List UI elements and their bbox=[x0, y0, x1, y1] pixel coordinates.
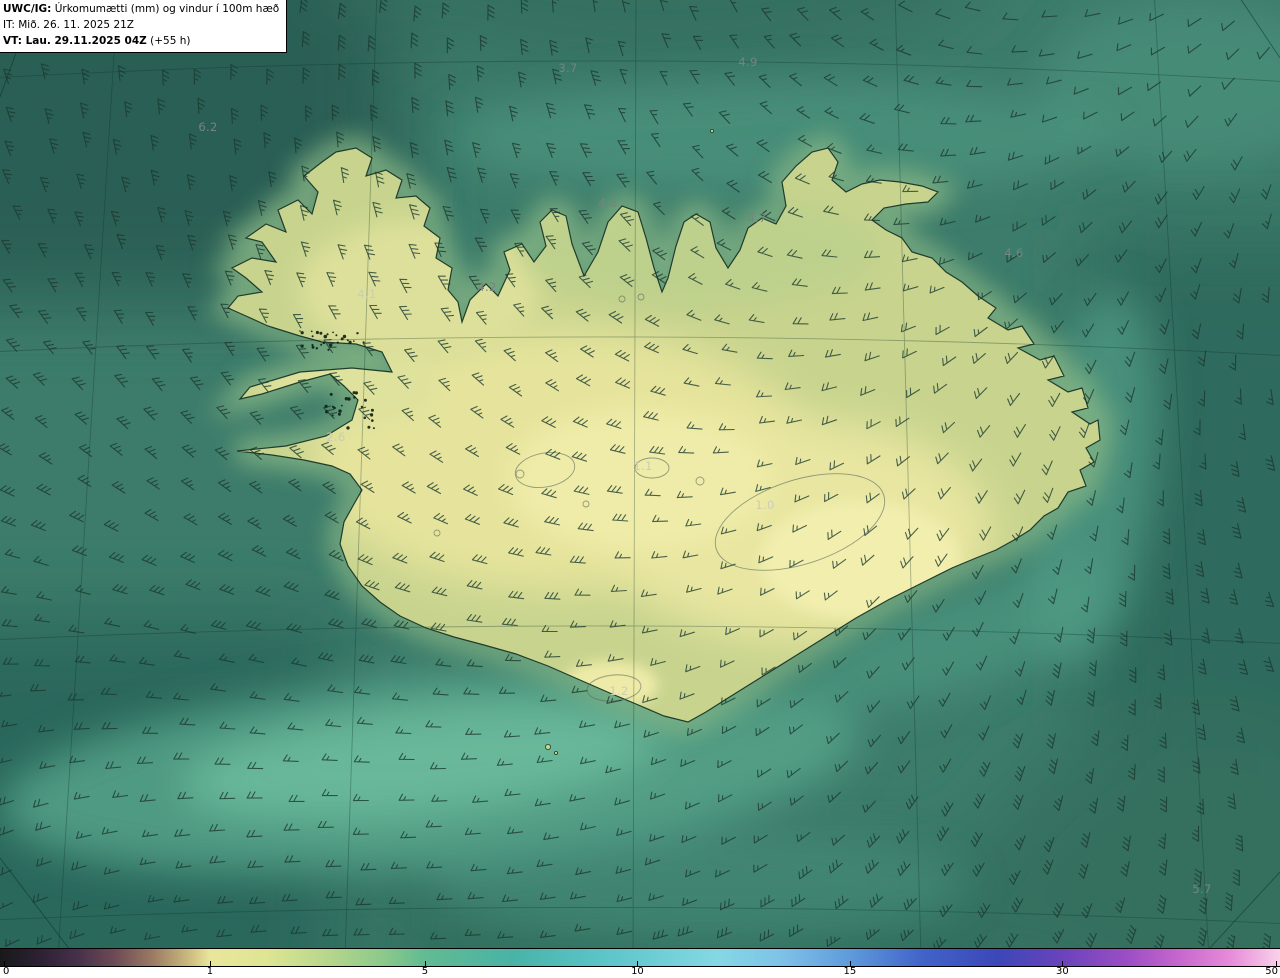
valid-time: VT: Lau. 29.11.2025 04Z bbox=[3, 34, 147, 47]
colorbar-labels: 0 1 5 10 15 30 50 bbox=[0, 966, 1280, 978]
map-title-box: UWC/IG: Úrkomumætti (mm) og vindur í 100… bbox=[0, 0, 288, 54]
colorbar-tick-label: 0 bbox=[3, 966, 10, 977]
map-area: 3.7 4.9 6.2 4.6 4.7 4.6 4.2 4.1 2.6 1.1 1.0 1.2 5.7 … bbox=[0, 0, 1280, 948]
colorbar-tick-label: 10 bbox=[631, 966, 644, 977]
init-time: IT: Mið. 26. 11. 2025 21Z bbox=[3, 18, 134, 31]
valid-time-line: VT: Lau. 29.11.2025 04Z (+55 h) bbox=[3, 34, 279, 50]
colorbar-tick-label: 50 bbox=[1265, 966, 1278, 977]
colorbar-tick-label: 5 bbox=[421, 966, 429, 977]
colorbar-tick-label: 1 bbox=[206, 966, 214, 977]
colorbar: 0 1 5 10 15 30 50 bbox=[0, 948, 1280, 978]
map-title-line: UWC/IG: Úrkomumætti (mm) og vindur í 100… bbox=[3, 2, 279, 18]
model-label: UWC/IG: bbox=[3, 3, 52, 15]
colorbar-tick-label: 30 bbox=[1056, 966, 1069, 977]
map-title-text: Úrkomumætti (mm) og vindur í 100m hæð bbox=[54, 3, 280, 15]
colorbar-tick-label: 15 bbox=[843, 966, 857, 977]
map-canvas bbox=[0, 0, 1280, 948]
colorbar-gradient bbox=[0, 948, 1280, 967]
weather-map-app: 3.7 4.9 6.2 4.6 4.7 4.6 4.2 4.1 2.6 1.1 1.0 1.2 5.7 … bbox=[0, 0, 1280, 978]
valid-time-offset: (+55 h) bbox=[150, 34, 191, 47]
